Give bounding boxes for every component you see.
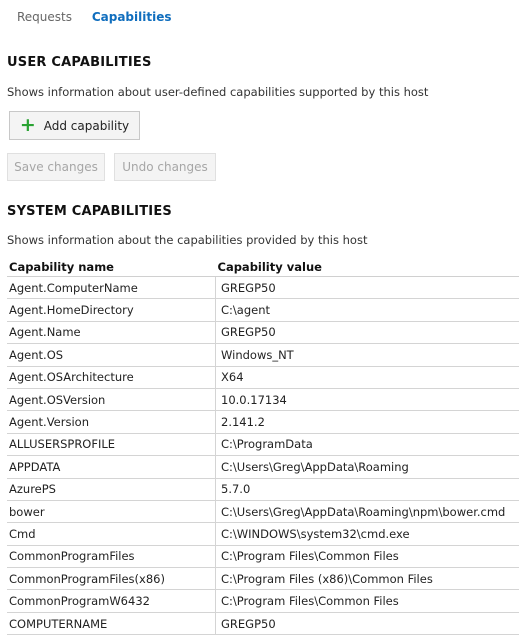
- table-row[interactable]: Agent.OSArchitectureX64: [7, 366, 519, 388]
- capability-value-cell: GREGP50: [216, 321, 519, 343]
- plus-icon: +: [20, 116, 36, 135]
- capability-value-cell: C:\WINDOWS\system32\cmd.exe: [216, 523, 519, 545]
- capability-name-cell: bower: [7, 500, 216, 522]
- capability-value-cell: X64: [216, 366, 519, 388]
- capability-name-cell: AzurePS: [7, 478, 216, 500]
- table-row[interactable]: CommonProgramFilesC:\Program Files\Commo…: [7, 545, 519, 567]
- table-row[interactable]: Agent.ComputerNameGREGP50: [7, 277, 519, 299]
- table-row[interactable]: CmdC:\WINDOWS\system32\cmd.exe: [7, 523, 519, 545]
- user-capabilities-title: USER CAPABILITIES: [7, 55, 152, 70]
- system-capabilities-title: SYSTEM CAPABILITIES: [7, 204, 172, 219]
- capability-name-cell: Agent.HomeDirectory: [7, 299, 216, 321]
- capability-value-cell: C:\Program Files\Common Files: [216, 545, 519, 567]
- capability-value-cell: GREGP50: [216, 612, 519, 634]
- capability-name-cell: Agent.OSVersion: [7, 388, 216, 410]
- capability-value-cell: C:\agent: [216, 299, 519, 321]
- capability-name-cell: Agent.ComputerName: [7, 277, 216, 299]
- column-header-name[interactable]: Capability name: [7, 258, 216, 277]
- capability-value-cell: Windows_NT: [216, 344, 519, 366]
- table-row[interactable]: COMPUTERNAMEGREGP50: [7, 612, 519, 634]
- capability-value-cell: C:\Users\Greg\AppData\Roaming\npm\bower.…: [216, 500, 519, 522]
- capability-name-cell: CommonProgramW6432: [7, 590, 216, 612]
- capability-name-cell: Agent.Name: [7, 321, 216, 343]
- table-row[interactable]: ALLUSERSPROFILEC:\ProgramData: [7, 433, 519, 455]
- user-capabilities-description: Shows information about user-defined cap…: [7, 85, 428, 99]
- table-row[interactable]: Agent.NameGREGP50: [7, 321, 519, 343]
- add-capability-label: Add capability: [44, 119, 129, 133]
- capability-name-cell: CommonProgramFiles: [7, 545, 216, 567]
- capability-name-cell: Cmd: [7, 523, 216, 545]
- table-row[interactable]: CommonProgramFiles(x86)C:\Program Files …: [7, 568, 519, 590]
- capability-value-cell: C:\Program Files (x86)\Common Files: [216, 568, 519, 590]
- capability-name-cell: Agent.OS: [7, 344, 216, 366]
- capability-name-cell: COMPUTERNAME: [7, 612, 216, 634]
- table-row[interactable]: Agent.OSVersion10.0.17134: [7, 388, 519, 410]
- add-capability-button[interactable]: + Add capability: [9, 111, 140, 140]
- capability-value-cell: GREGP50: [216, 277, 519, 299]
- capability-value-cell: C:\Users\Greg\AppData\Roaming: [216, 456, 519, 478]
- capability-name-cell: ALLUSERSPROFILE: [7, 433, 216, 455]
- table-row[interactable]: bowerC:\Users\Greg\AppData\Roaming\npm\b…: [7, 500, 519, 522]
- column-header-value[interactable]: Capability value: [216, 258, 519, 277]
- table-row[interactable]: APPDATAC:\Users\Greg\AppData\Roaming: [7, 456, 519, 478]
- system-capabilities-table: Capability name Capability value Agent.C…: [7, 258, 519, 635]
- table-row[interactable]: Agent.Version2.141.2: [7, 411, 519, 433]
- capability-value-cell: C:\ProgramData: [216, 433, 519, 455]
- table-row[interactable]: AzurePS5.7.0: [7, 478, 519, 500]
- capability-value-cell: 5.7.0: [216, 478, 519, 500]
- table-header-row: Capability name Capability value: [7, 258, 519, 277]
- capability-name-cell: APPDATA: [7, 456, 216, 478]
- table-row[interactable]: CommonProgramW6432C:\Program Files\Commo…: [7, 590, 519, 612]
- capability-value-cell: 10.0.17134: [216, 388, 519, 410]
- capability-value-cell: C:\Program Files\Common Files: [216, 590, 519, 612]
- save-changes-button[interactable]: Save changes: [7, 153, 105, 181]
- capability-name-cell: Agent.Version: [7, 411, 216, 433]
- tab-bar: Requests Capabilities: [17, 10, 187, 24]
- table-row[interactable]: Agent.HomeDirectoryC:\agent: [7, 299, 519, 321]
- capability-name-cell: CommonProgramFiles(x86): [7, 568, 216, 590]
- tab-capabilities[interactable]: Capabilities: [92, 10, 172, 24]
- tab-requests[interactable]: Requests: [17, 10, 72, 24]
- table-row[interactable]: Agent.OSWindows_NT: [7, 344, 519, 366]
- system-capabilities-description: Shows information about the capabilities…: [7, 233, 367, 247]
- undo-changes-button[interactable]: Undo changes: [114, 153, 216, 181]
- capability-name-cell: Agent.OSArchitecture: [7, 366, 216, 388]
- capability-value-cell: 2.141.2: [216, 411, 519, 433]
